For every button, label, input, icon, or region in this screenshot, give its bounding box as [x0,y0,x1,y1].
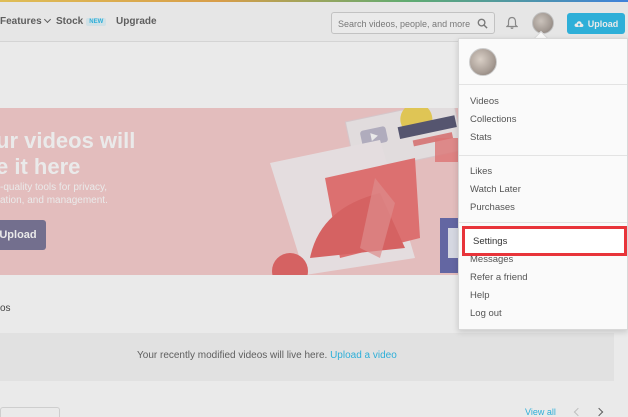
menu-item-videos[interactable]: Videos [470,96,499,107]
menu-item-purchases[interactable]: Purchases [470,202,515,213]
dropdown-divider [459,222,627,223]
menu-item-watch-later[interactable]: Watch Later [470,184,521,195]
menu-item-refer-a-friend[interactable]: Refer a friend [470,272,528,283]
dropdown-divider [459,84,627,85]
menu-item-stats[interactable]: Stats [470,132,492,143]
menu-item-collections[interactable]: Collections [470,114,516,125]
settings-label: Settings [473,236,508,247]
menu-item-log-out[interactable]: Log out [470,308,502,319]
menu-item-settings[interactable]: Settings [462,226,627,256]
dropdown-avatar[interactable] [469,48,497,76]
menu-item-likes[interactable]: Likes [470,166,492,177]
dropdown-divider [459,155,627,156]
menu-item-help[interactable]: Help [470,290,490,301]
